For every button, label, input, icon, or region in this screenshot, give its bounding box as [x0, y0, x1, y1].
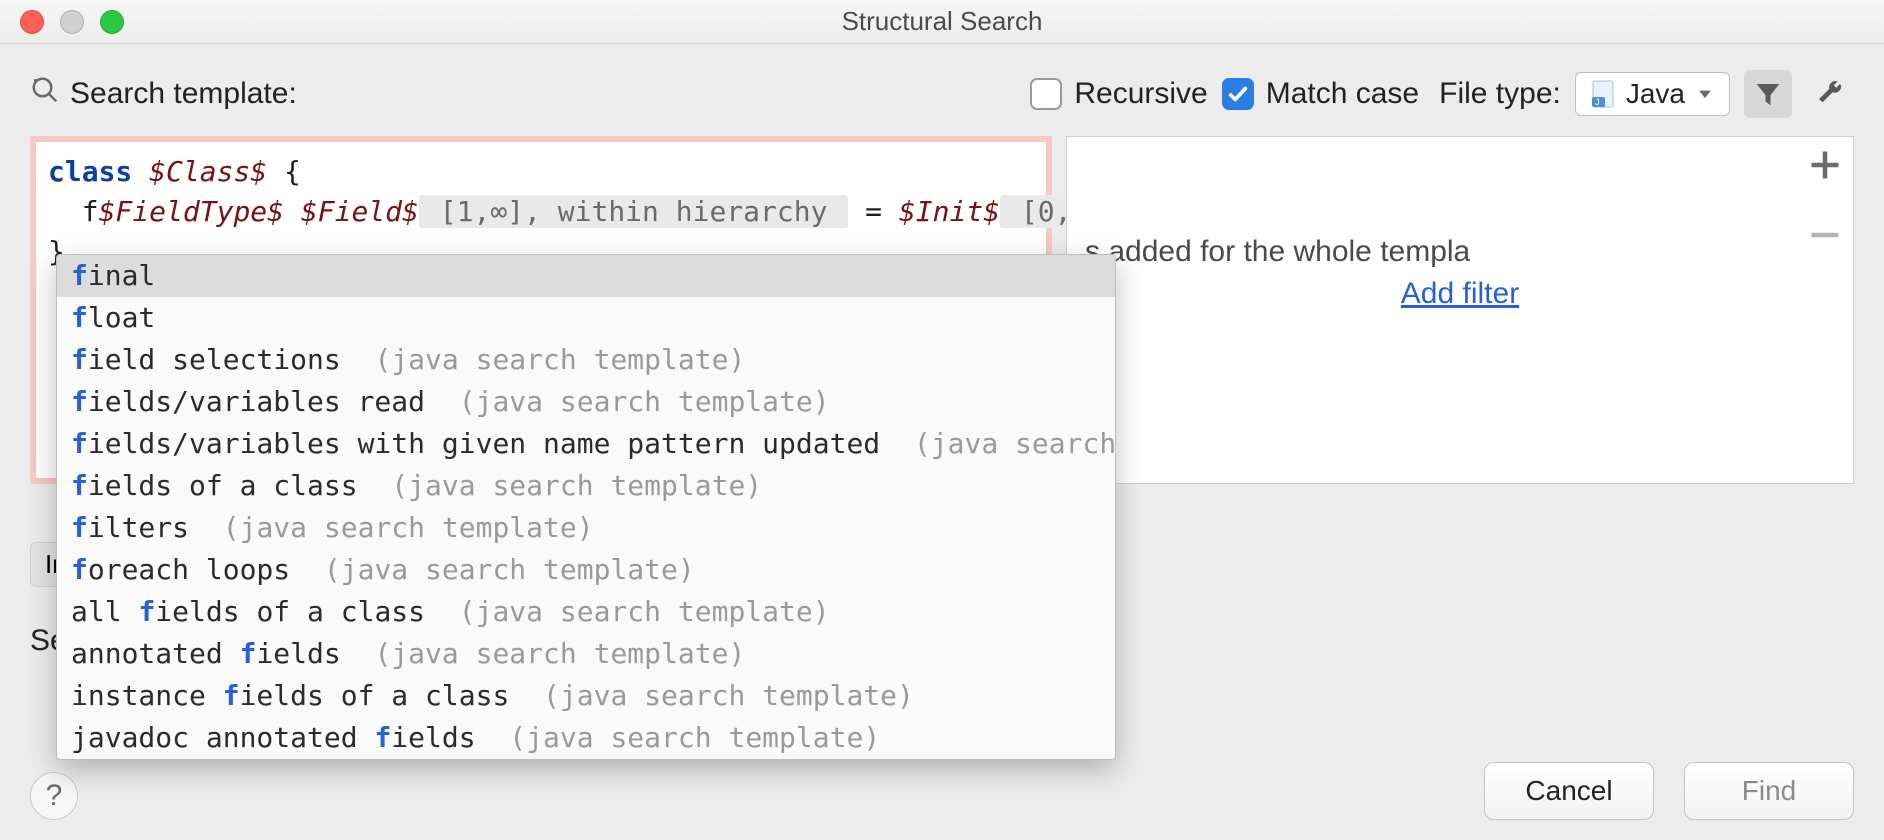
completion-item-text: ield selections	[88, 339, 341, 381]
checkbox-box	[1030, 78, 1062, 110]
code-constraint: [1,∞], within hierarchy	[419, 195, 848, 228]
window-title: Structural Search	[0, 6, 1884, 37]
completion-item-text: ields of a class	[155, 591, 425, 633]
svg-text:J: J	[1595, 97, 1600, 107]
code-text: =	[848, 195, 899, 228]
completion-item-suffix: (java search template)	[290, 549, 695, 591]
completion-item[interactable]: fields of a class (java search template)	[57, 465, 1115, 507]
matchcase-label: Match case	[1266, 77, 1419, 111]
completion-item-text: loat	[88, 297, 155, 339]
completion-item-text: oreach loops	[88, 549, 290, 591]
completion-item-match-char: f	[71, 423, 88, 465]
completion-item-match-char: f	[71, 255, 88, 297]
completion-item-text: ields of a class	[240, 675, 510, 717]
completion-item[interactable]: fields/variables read (java search templ…	[57, 381, 1115, 423]
add-filter-link[interactable]: Add filter	[1067, 277, 1853, 311]
matchcase-checkbox[interactable]: Match case	[1222, 77, 1419, 111]
completion-item[interactable]: filters (java search template)	[57, 507, 1115, 549]
chevron-down-icon	[1695, 84, 1715, 104]
completion-item-pretext: instance	[71, 675, 223, 717]
help-button[interactable]: ?	[30, 772, 78, 820]
completion-item-pretext: javadoc annotated	[71, 717, 374, 759]
filetype-value: Java	[1626, 78, 1685, 110]
find-button[interactable]: Find	[1684, 762, 1854, 820]
completion-item[interactable]: fields/variables with given name pattern…	[57, 423, 1115, 465]
completion-item[interactable]: annotated fields (java search template)	[57, 633, 1115, 675]
completion-item-match-char: f	[71, 549, 88, 591]
completion-item[interactable]: final	[57, 255, 1115, 297]
completion-item-match-char: f	[71, 381, 88, 423]
completion-item-text: ields/variables with given name pattern …	[88, 423, 880, 465]
filetype-label: File type:	[1439, 77, 1561, 111]
search-template-label: Search template:	[70, 77, 297, 111]
cancel-button[interactable]: Cancel	[1484, 762, 1654, 820]
completion-item-text: ilters	[88, 507, 189, 549]
code-text	[284, 195, 301, 228]
completion-popup[interactable]: finalfloatfield selections (java search …	[56, 254, 1116, 760]
completion-item[interactable]: foreach loops (java search template)	[57, 549, 1115, 591]
completion-item[interactable]: field selections (java search template)	[57, 339, 1115, 381]
completion-item[interactable]: all fields of a class (java search templ…	[57, 591, 1115, 633]
completion-item-suffix: (java search template)	[425, 381, 830, 423]
filter-hint-text: s added for the whole templa	[1067, 151, 1853, 269]
code-var: $FieldType$	[99, 195, 284, 228]
checkbox-box-checked	[1222, 78, 1254, 110]
completion-item-suffix: (java search template)	[189, 507, 594, 549]
funnel-icon	[1753, 79, 1783, 109]
dialog-footer: Cancel Find	[1484, 762, 1854, 820]
filter-panel-toggle[interactable]	[1744, 70, 1792, 118]
completion-item-match-char: f	[374, 717, 391, 759]
code-keyword: class	[48, 155, 132, 188]
completion-item-suffix: (java search template)	[358, 465, 763, 507]
completion-item-text: ields/variables read	[88, 381, 425, 423]
completion-item-suffix: (java search template)	[341, 339, 746, 381]
completion-item-suffix: (java search template)	[880, 423, 1116, 465]
wrench-icon	[1815, 79, 1845, 109]
completion-item-match-char: f	[240, 633, 257, 675]
completion-item-match-char: f	[71, 507, 88, 549]
completion-item-pretext: annotated	[71, 633, 240, 675]
completion-item[interactable]: javadoc annotated fields (java search te…	[57, 717, 1115, 759]
search-template-label-group: Search template:	[30, 75, 297, 113]
structural-search-window: Structural Search Search template: Recur…	[0, 0, 1884, 840]
completion-item-match-char: f	[71, 465, 88, 507]
tools-button[interactable]	[1806, 70, 1854, 118]
completion-item-match-char: f	[71, 339, 88, 381]
filetype-select[interactable]: J Java	[1575, 72, 1730, 116]
titlebar: Structural Search	[0, 0, 1884, 44]
completion-item-text: inal	[88, 255, 155, 297]
recursive-checkbox[interactable]: Recursive	[1030, 77, 1207, 111]
completion-item-match-char: f	[138, 591, 155, 633]
search-icon	[30, 75, 60, 113]
code-var: $Class$	[132, 155, 267, 188]
plus-icon	[1807, 147, 1843, 183]
filter-panel: s added for the whole templa Add filter	[1066, 136, 1854, 484]
completion-item-suffix: (java search template)	[509, 675, 914, 717]
code-text: f	[48, 195, 99, 228]
completion-item-match-char: f	[223, 675, 240, 717]
completion-item-text: ields	[256, 633, 340, 675]
completion-item-suffix: (java search template)	[425, 591, 830, 633]
add-filter-button[interactable]	[1807, 147, 1843, 183]
filter-panel-toolbar	[1807, 147, 1843, 253]
completion-item-suffix: (java search template)	[476, 717, 881, 759]
code-var: $Init$	[899, 195, 1000, 228]
completion-item[interactable]: float	[57, 297, 1115, 339]
recursive-label: Recursive	[1074, 77, 1207, 111]
minus-icon	[1807, 217, 1843, 253]
completion-item-match-char: f	[71, 297, 88, 339]
dialog-body: Search template: Recursive Match case Fi…	[0, 44, 1884, 840]
code-text: {	[267, 155, 301, 188]
java-file-icon: J	[1590, 80, 1616, 108]
completion-item[interactable]: instance fields of a class (java search …	[57, 675, 1115, 717]
completion-item-text: ields	[391, 717, 475, 759]
remove-filter-button[interactable]	[1807, 217, 1843, 253]
completion-item-pretext: all	[71, 591, 138, 633]
completion-item-suffix: (java search template)	[341, 633, 746, 675]
code-var: $Field$	[301, 195, 419, 228]
header-row: Search template: Recursive Match case Fi…	[30, 70, 1854, 118]
completion-item-text: ields of a class	[88, 465, 358, 507]
